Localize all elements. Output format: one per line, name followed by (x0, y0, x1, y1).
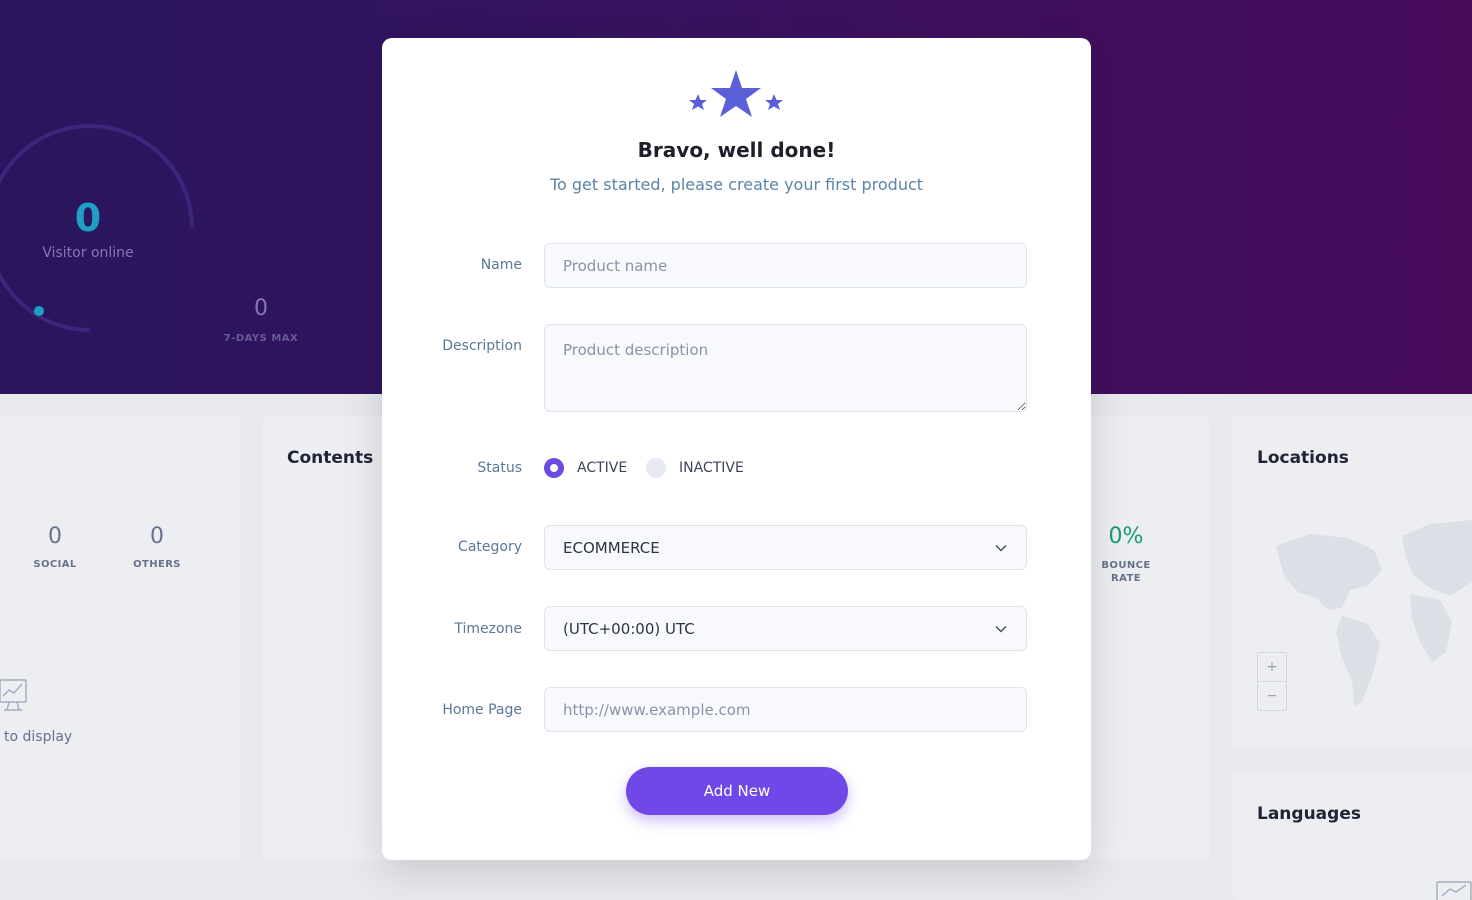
create-product-modal: Bravo, well done! To get started, please… (382, 38, 1091, 860)
name-label: Name (480, 257, 522, 273)
category-selected-value: ECOMMERCE (563, 538, 660, 557)
chevron-down-icon (995, 544, 1007, 552)
modal-subtitle: To get started, please create your first… (549, 175, 924, 194)
status-inactive-radio[interactable] (646, 458, 666, 478)
timezone-select[interactable]: (UTC+00:00) UTC (544, 606, 1027, 651)
category-label: Category (458, 539, 522, 555)
chevron-down-icon (995, 625, 1007, 633)
status-active-radio[interactable] (544, 458, 564, 478)
add-new-button[interactable]: Add New (626, 767, 848, 815)
product-description-textarea[interactable] (544, 324, 1027, 412)
homepage-label: Home Page (442, 702, 522, 718)
modal-title: Bravo, well done! (637, 138, 836, 162)
status-inactive-label[interactable]: INACTIVE (679, 460, 744, 476)
description-label: Description (442, 338, 522, 354)
timezone-selected-value: (UTC+00:00) UTC (563, 619, 695, 638)
status-active-label[interactable]: ACTIVE (577, 460, 627, 476)
timezone-label: Timezone (454, 621, 522, 637)
product-name-input[interactable] (544, 243, 1027, 288)
homepage-url-input[interactable] (544, 687, 1027, 732)
category-select[interactable]: ECOMMERCE (544, 525, 1027, 570)
stars-icon (689, 70, 783, 117)
status-label: Status (477, 460, 522, 476)
